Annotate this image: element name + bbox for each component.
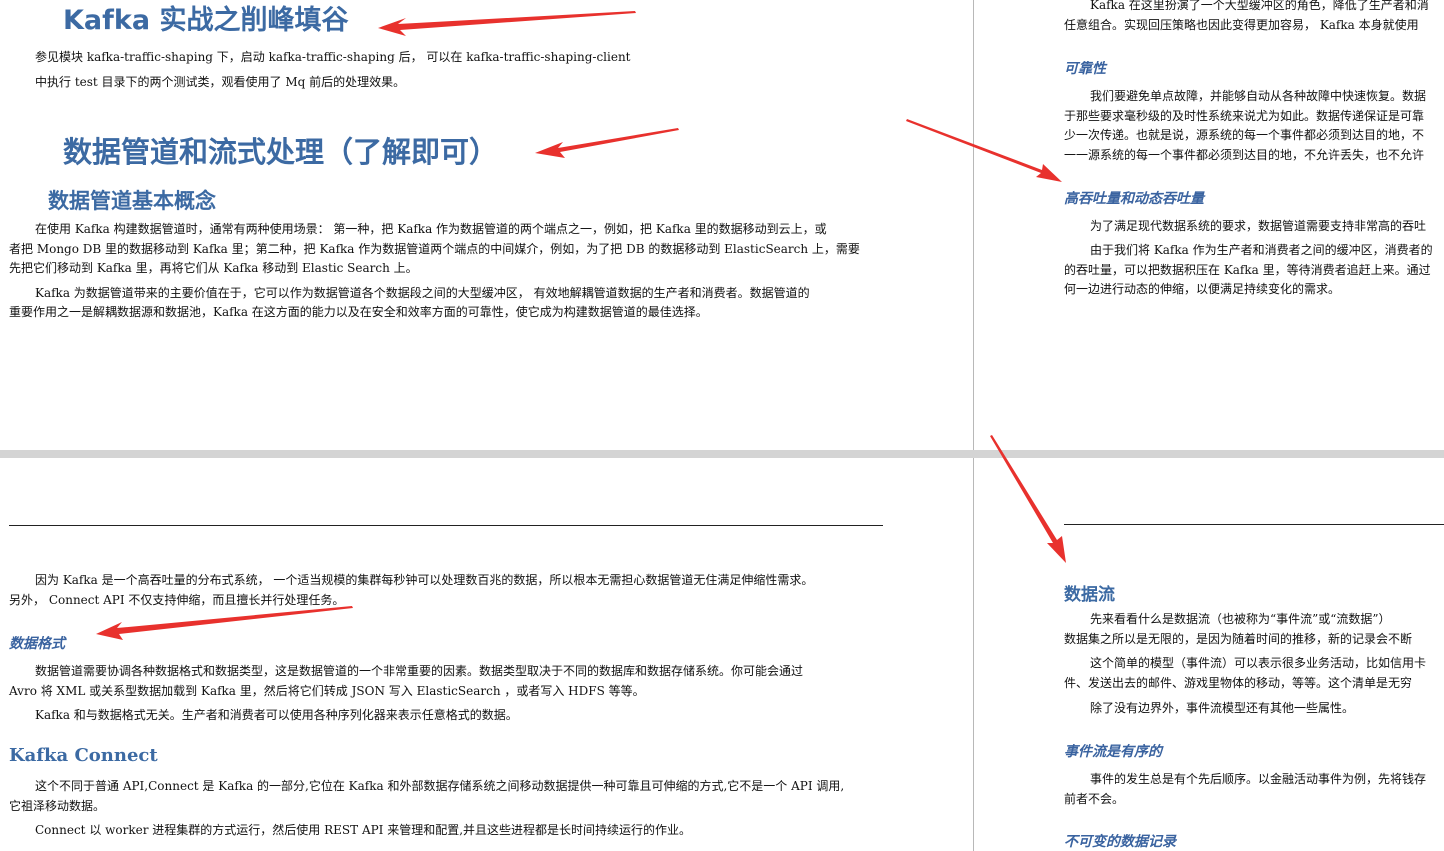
arrow-icon bbox=[535, 128, 679, 158]
arrow-icon bbox=[906, 119, 1062, 182]
arrow-icon bbox=[378, 11, 636, 36]
arrow-icon bbox=[96, 606, 353, 640]
arrow-icon bbox=[990, 435, 1066, 563]
annotation-arrows bbox=[96, 11, 1066, 640]
